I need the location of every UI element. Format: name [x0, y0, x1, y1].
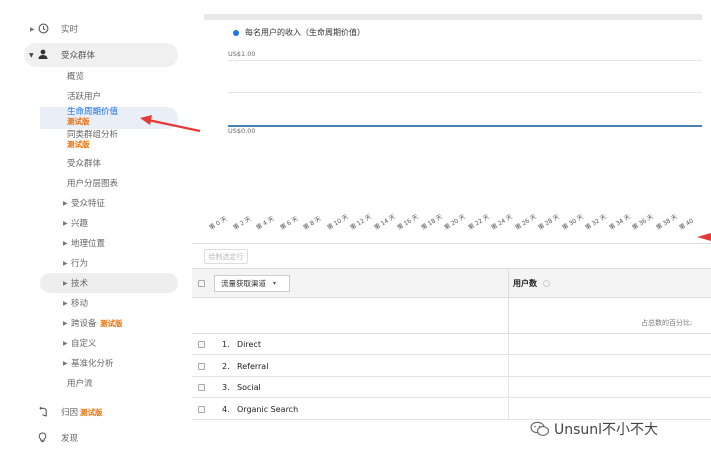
sidebar-item-overview[interactable]: 概览 [67, 66, 84, 86]
watermark-text: Unsunl不小不大 [554, 422, 659, 438]
sidebar-item-label: 跨设备 [71, 319, 97, 329]
expand-arrow-icon: ▶ [63, 299, 68, 307]
channel-link[interactable]: Organic Search [237, 405, 298, 414]
row-checkbox[interactable] [198, 362, 205, 370]
sidebar-item-user-explorer[interactable]: 用户分层图表 [67, 173, 118, 193]
expand-arrow-icon: ▶ [63, 239, 68, 247]
sidebar-item-audiences[interactable]: 受众群体 [67, 153, 101, 173]
expand-arrow-icon: ▶ [63, 219, 68, 227]
sidebar-item-label: 受众群体 [61, 51, 96, 61]
collapse-arrow-icon: ▼ [29, 51, 34, 59]
select-all-checkbox[interactable] [198, 280, 205, 287]
watermark: Unsunl不小不大 [530, 419, 658, 439]
row-number: 4. [222, 404, 230, 414]
table-row[interactable]: 2. Referral [192, 355, 711, 377]
sidebar-item-users-flow[interactable]: 用户流 [67, 373, 93, 393]
sidebar-item-label: 用户流 [67, 379, 93, 389]
attribution-icon [39, 406, 47, 417]
beta-badge: 测试版 [67, 140, 90, 149]
column-divider [508, 398, 509, 420]
person-icon [38, 49, 48, 59]
primary-dimension-select[interactable]: 流量获取渠道 ▾ [214, 275, 290, 292]
dropdown-arrow-icon: ▾ [273, 280, 277, 287]
plot-rows-button[interactable]: 绘制选定行 [204, 249, 248, 264]
expand-arrow-icon: ▶ [63, 319, 68, 327]
sidebar-item-label: 发现 [61, 434, 79, 444]
row-number: 3. [222, 383, 230, 392]
expand-arrow-icon: ▶ [63, 279, 68, 287]
sidebar-item-ltv[interactable]: 生命周期价值 测试版 [67, 106, 118, 130]
legend-label: 每名用户的收入（生命周期价值） [245, 28, 365, 37]
sidebar-item-label: 活跃用户 [67, 92, 102, 102]
row-checkbox[interactable] [198, 384, 205, 391]
left-sidebar: ▶ 实时 ▼ 受众群体 概览 活跃用户 生命周期价值 测试版 同类群组分析 测试… [0, 0, 192, 449]
row-checkbox[interactable] [198, 341, 205, 348]
sidebar-item-label: 基准化分析 [71, 359, 114, 369]
table-divider [192, 243, 711, 244]
y-axis-label-top: US$1.00 [228, 50, 256, 58]
row-checkbox[interactable] [198, 405, 205, 413]
lightbulb-icon [38, 432, 47, 443]
table-row[interactable]: 4. Organic Search [192, 398, 711, 420]
clock-icon [38, 23, 49, 34]
technology-item-highlight [40, 273, 178, 293]
annotation-arrow-fragment-icon [697, 233, 711, 241]
expand-arrow-icon: ▶ [30, 25, 35, 33]
annotation-arrow-icon [140, 115, 201, 133]
channel-link[interactable]: Social [237, 383, 261, 392]
series-line [228, 125, 702, 127]
sidebar-item-cohort[interactable]: 同类群组分析 测试版 [67, 129, 118, 153]
column-divider [508, 334, 509, 355]
sidebar-item-active-users[interactable]: 活跃用户 [67, 86, 101, 106]
total-users-cell: 占总数的百分比: [508, 298, 711, 334]
series-dot-icon [233, 29, 239, 36]
help-icon[interactable] [543, 279, 550, 287]
expand-arrow-icon: ▶ [63, 199, 68, 207]
sidebar-item-label: 同类群组分析 [67, 130, 119, 140]
beta-badge: 测试版 [80, 407, 103, 417]
sidebar-item-label: 受众群体 [67, 159, 102, 169]
column-divider [508, 355, 509, 377]
y-axis-label-bottom: US$0.00 [228, 127, 256, 135]
sidebar-item-label: 归因 [61, 408, 79, 418]
row-number: 2. [222, 361, 230, 371]
beta-badge: 测试版 [100, 318, 123, 328]
sidebar-item-label: 受众特征 [71, 199, 106, 209]
table-row[interactable]: 3. Social [192, 377, 711, 398]
sidebar-item-label: 行为 [71, 259, 89, 269]
total-percent-label: 占总数的百分比: [641, 319, 693, 327]
gridline [228, 92, 702, 93]
sidebar-item-label: 自定义 [71, 339, 97, 349]
expand-arrow-icon: ▶ [63, 339, 68, 347]
ltv-chart [204, 20, 702, 242]
sidebar-item-label: 用户分层图表 [67, 179, 119, 189]
beta-badge: 测试版 [67, 117, 90, 126]
dimension-label: 流量获取渠道 [221, 279, 266, 288]
column-divider [508, 377, 509, 398]
sidebar-item-label: 地理位置 [71, 239, 106, 249]
gridline [228, 60, 702, 61]
wechat-icon [530, 421, 550, 436]
channel-link[interactable]: Referral [237, 362, 268, 371]
row-number: 1. [222, 340, 230, 349]
sidebar-item-label: 技术 [71, 279, 89, 289]
sidebar-item-label: 概览 [67, 72, 85, 82]
table-row[interactable]: 1. Direct [192, 334, 711, 355]
expand-arrow-icon: ▶ [63, 259, 68, 267]
sidebar-item-label: 生命周期价值 [67, 107, 119, 117]
column-label: 用户数 [513, 278, 537, 288]
expand-arrow-icon: ▶ [63, 359, 68, 367]
sidebar-item-label: 实时 [61, 25, 79, 35]
channel-link[interactable]: Direct [237, 340, 261, 349]
chart-legend[interactable]: 每名用户的收入（生命周期价值） [233, 27, 365, 38]
users-column-header[interactable]: 用户数 [508, 268, 711, 298]
sidebar-item-label: 兴趣 [71, 219, 89, 229]
sidebar-item-label: 移动 [71, 299, 89, 309]
